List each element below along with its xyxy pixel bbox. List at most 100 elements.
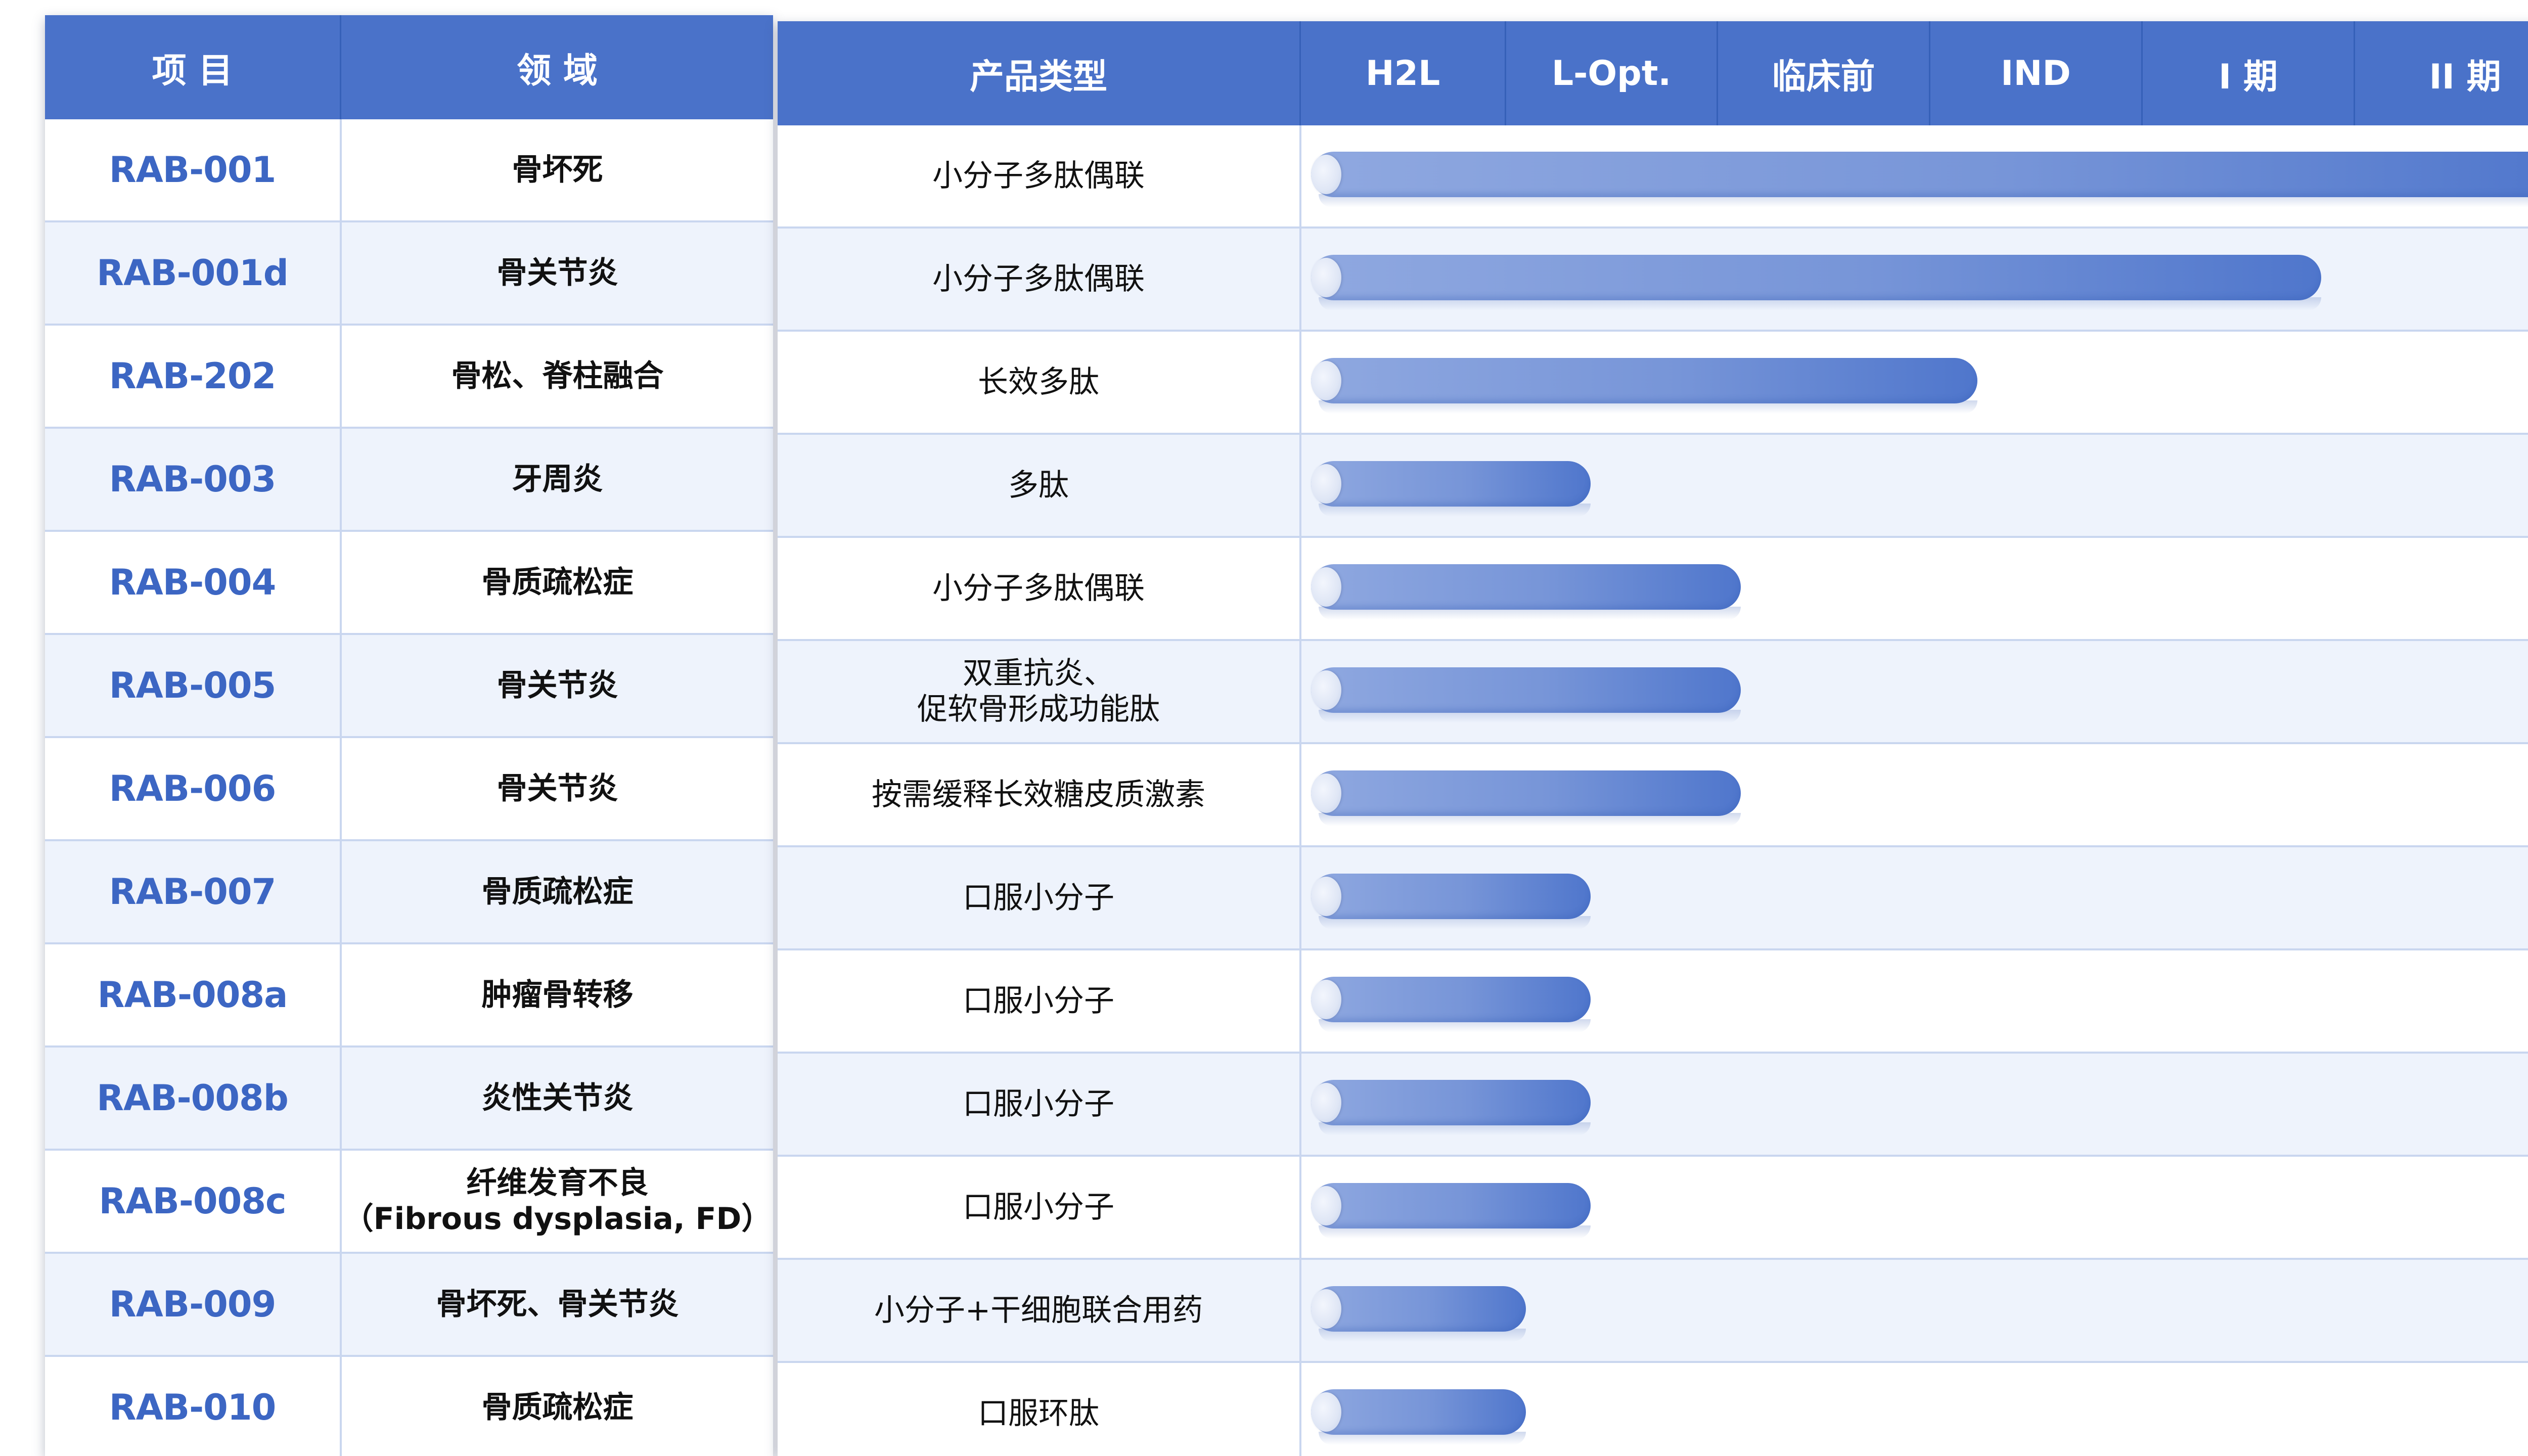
table-row: 口服小分子 (778, 1157, 2528, 1260)
column-divider (1299, 125, 1301, 226)
table-row: RAB-008b 炎性关节炎 (45, 1048, 773, 1151)
product-type-label: 多肽 (1008, 467, 1069, 503)
field-label: 骨质疏松症 (481, 1389, 634, 1425)
pipeline-bar-cap (1311, 1392, 1341, 1432)
pipeline-bar (1311, 255, 2321, 310)
product-type-label: 口服小分子 (963, 983, 1114, 1019)
table-row: RAB-005 骨关节炎 (45, 635, 773, 738)
pipeline-bar (1311, 1183, 1591, 1239)
pipeline-bar-cap (1311, 1083, 1341, 1122)
pipeline-bar (1311, 667, 1741, 723)
project-code: RAB-005 (109, 664, 277, 706)
project-code: RAB-007 (109, 871, 277, 913)
pipeline-bar-fill (1311, 1183, 1591, 1228)
column-divider (1299, 1363, 1301, 1456)
pipeline-bar (1311, 977, 1591, 1032)
project-code: RAB-008a (97, 974, 288, 1016)
table-row: 口服小分子 (778, 950, 2528, 1054)
pipeline-bar (1311, 358, 1977, 414)
pipeline-bar-fill (1311, 1080, 1591, 1125)
product-type-label: 小分子多肽偶联 (932, 158, 1145, 194)
pipeline-bar-cap (1311, 155, 1341, 194)
field-label: 骨关节炎 (496, 667, 618, 703)
column-divider (1299, 1260, 1301, 1361)
table-row: 小分子多肽偶联 (778, 229, 2528, 332)
project-code: RAB-008c (99, 1180, 286, 1222)
project-code: RAB-202 (109, 355, 277, 397)
pipeline-bar (1311, 461, 1591, 517)
stage-header-preclinical: 临床前 (1772, 57, 1875, 97)
product-type-label: 口服小分子 (963, 1086, 1114, 1122)
table-row: 小分子多肽偶联 (778, 125, 2528, 229)
stage-header-ind: IND (2001, 53, 2071, 94)
pipeline-bar-cap (1311, 774, 1341, 813)
table-row: RAB-202 骨松、脊柱融合 (45, 326, 773, 429)
product-type-label: 双重抗炎、 促软骨形成功能肽 (917, 656, 1160, 727)
project-code: RAB-009 (109, 1283, 277, 1325)
pipeline-bar-cap (1311, 877, 1341, 916)
pipeline-bar-fill (1311, 874, 1591, 919)
field-label: 骨松、脊柱融合 (451, 358, 664, 394)
table-row: RAB-006 骨关节炎 (45, 738, 773, 841)
pipeline-bar-fill (1311, 255, 2321, 300)
pipeline-bar-cap (1311, 1186, 1341, 1225)
table-row: 口服环肽 (778, 1363, 2528, 1456)
table-row: RAB-007 骨质疏松症 (45, 841, 773, 944)
pipeline-bar-fill (1311, 977, 1591, 1022)
stage-header-h2l: H2L (1365, 53, 1440, 94)
column-divider (1299, 1054, 1301, 1155)
column-divider (1299, 744, 1301, 845)
product-type-label: 小分子多肽偶联 (932, 261, 1145, 297)
right-header: 产品类型 H2L L-Opt. 临床前 IND I 期 II 期 (778, 21, 2528, 125)
table-row: RAB-003 牙周炎 (45, 429, 773, 532)
column-divider (1299, 641, 1301, 742)
product-type-label: 小分子多肽偶联 (932, 570, 1145, 606)
column-divider (1299, 435, 1301, 536)
field-label: 骨质疏松症 (481, 564, 634, 600)
column-divider (1299, 229, 1301, 330)
column-divider (1299, 1157, 1301, 1258)
field-label: 纤维发育不良 （Fibrous dysplasia, FD） (343, 1165, 772, 1237)
column-header-product-type: 产品类型 (969, 57, 1107, 97)
table-row: RAB-004 骨质疏松症 (45, 532, 773, 635)
project-code: RAB-006 (109, 767, 277, 809)
column-divider (1299, 538, 1301, 639)
field-label: 骨坏死 (512, 152, 603, 188)
stage-header-l-opt: L-Opt. (1551, 53, 1672, 94)
pipeline-bar-cap (1311, 670, 1341, 710)
field-label: 骨关节炎 (496, 255, 618, 291)
pipeline-bar (1311, 1080, 1591, 1135)
stage-header-phase-2: II 期 (2429, 57, 2501, 97)
product-type-label: 小分子+干细胞联合用药 (874, 1292, 1203, 1328)
column-header-project: 项 目 (152, 51, 233, 91)
pipeline-bar-fill (1311, 1389, 1526, 1435)
table-row: RAB-001d 骨关节炎 (45, 222, 773, 326)
pipeline-bar-cap (1311, 980, 1341, 1019)
field-label: 骨质疏松症 (481, 874, 634, 909)
pipeline-bar-cap (1311, 567, 1341, 607)
project-code: RAB-003 (109, 458, 277, 500)
product-type-label: 口服小分子 (963, 1189, 1114, 1225)
table-row: 双重抗炎、 促软骨形成功能肽 (778, 641, 2528, 744)
pipeline-bar-cap (1311, 361, 1341, 400)
product-type-label: 口服环肽 (978, 1395, 1099, 1431)
pipeline-chart: 产品类型 H2L L-Opt. 临床前 IND I 期 II 期 小分子多肽偶联… (778, 21, 2528, 1456)
pipeline-bar (1311, 874, 1591, 929)
pipeline-bar-cap (1311, 464, 1341, 504)
table-row: 口服小分子 (778, 1054, 2528, 1157)
project-field-table: 项 目 领 域 RAB-001 骨坏死 RAB-001d 骨关节炎 RAB-202 骨松、… (45, 15, 773, 1456)
product-type-label: 长效多肽 (978, 364, 1099, 400)
pipeline-bar (1311, 1389, 1526, 1445)
table-row: 长效多肽 (778, 332, 2528, 435)
pipeline-bar-fill (1311, 770, 1741, 816)
project-code: RAB-001d (97, 252, 289, 294)
pipeline-bar-cap (1311, 1289, 1341, 1329)
table-row: 小分子多肽偶联 (778, 538, 2528, 641)
table-row: RAB-009 骨坏死、骨关节炎 (45, 1254, 773, 1357)
project-code: RAB-008b (97, 1077, 289, 1119)
table-row: 小分子+干细胞联合用药 (778, 1260, 2528, 1363)
project-code: RAB-010 (109, 1386, 277, 1428)
stage-header-phase-1: I 期 (2219, 57, 2278, 97)
field-label: 炎性关节炎 (481, 1080, 634, 1116)
pipeline-bar-cap (1311, 258, 1341, 297)
